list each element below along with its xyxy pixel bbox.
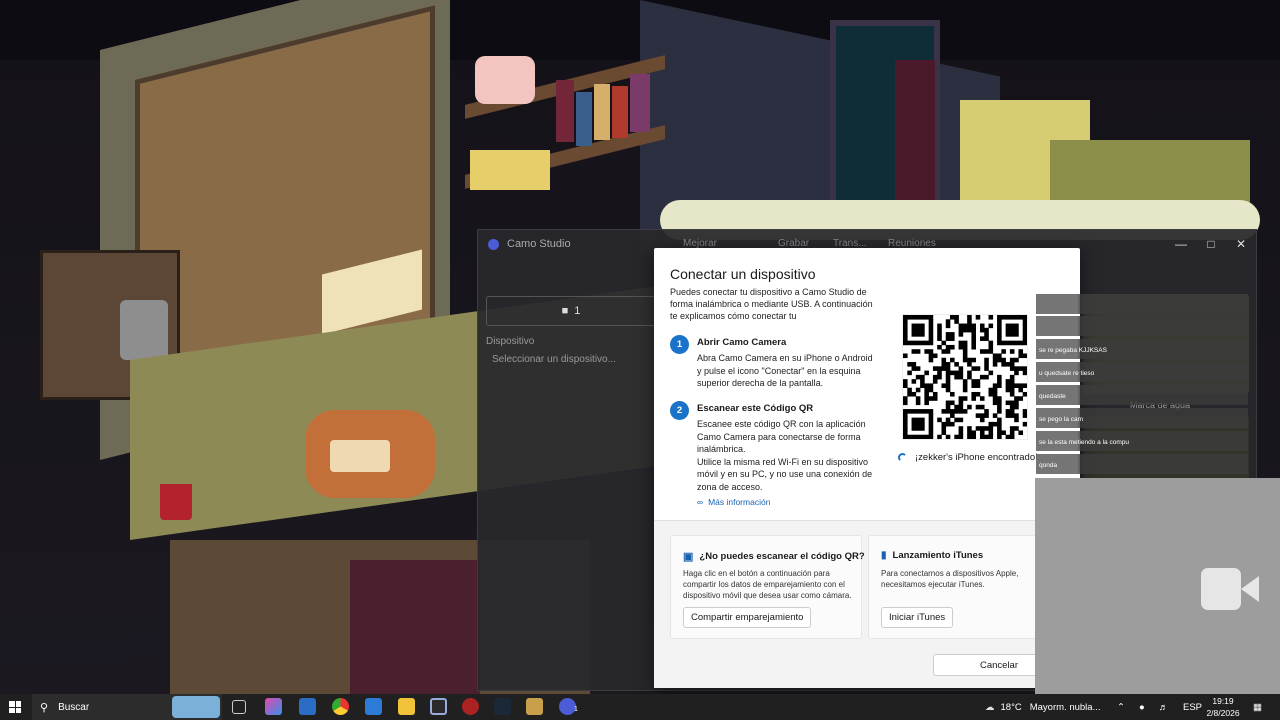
chat-message: se la esta metiendo a la compu bbox=[1036, 431, 1248, 451]
card-cant-scan-body: Haga clic en el botón a continuación par… bbox=[683, 569, 852, 600]
app-icon-5[interactable] bbox=[526, 698, 543, 715]
launch-itunes-button[interactable]: Iniciar iTunes bbox=[881, 607, 954, 628]
camo-source-count: 1 bbox=[574, 305, 581, 317]
qr-code-image bbox=[903, 315, 1028, 440]
overlay-panel bbox=[1035, 478, 1280, 694]
task-view-icon[interactable] bbox=[232, 700, 246, 714]
chat-text: u quedsate re tieso bbox=[1039, 370, 1095, 377]
search-icon: ⚲ bbox=[40, 701, 49, 714]
loading-spinner-icon bbox=[898, 453, 907, 462]
chat-message bbox=[1036, 316, 1248, 336]
language-indicator[interactable]: ESP bbox=[1183, 694, 1202, 720]
scan-icon: ▣ bbox=[683, 551, 694, 563]
step-2-title: Escanear este Código QR bbox=[697, 403, 814, 414]
clock[interactable]: 19:19 2/8/2026 bbox=[1203, 695, 1243, 719]
dialog-intro: Puedes conectar tu dispositivo a Camo St… bbox=[670, 287, 873, 321]
chat-avatar-badge bbox=[1036, 316, 1078, 336]
chat-message: qonda bbox=[1036, 454, 1248, 474]
camo-source-button[interactable]: ■ 1 bbox=[486, 296, 656, 326]
maximize-button[interactable]: □ bbox=[1196, 230, 1226, 258]
card-itunes-body: Para conectarnos a dispositivos Apple, n… bbox=[881, 569, 1019, 589]
camo-app-icon bbox=[488, 238, 499, 250]
share-pairing-button[interactable]: Compartir emparejamiento bbox=[683, 607, 812, 628]
chat-message: se pego la cam bbox=[1036, 408, 1248, 428]
usb-icon: ▮ bbox=[881, 550, 887, 561]
app-icon-2[interactable] bbox=[365, 698, 382, 715]
step-2-body: Escanee este código QR con la aplicación… bbox=[697, 418, 877, 493]
video-camera-icon bbox=[1201, 568, 1259, 610]
app-icon-3[interactable] bbox=[430, 698, 447, 715]
card-itunes: ▮ Lanzamiento iTunes Para conectarnos a … bbox=[868, 535, 1038, 639]
system-tray: ⌃ ● ♬ bbox=[1117, 694, 1168, 720]
device-select[interactable]: Seleccionar un dispositivo... bbox=[492, 354, 616, 365]
chat-text: qonda bbox=[1039, 462, 1058, 469]
clock-time: 19:19 bbox=[1212, 696, 1234, 706]
card-itunes-heading: ▮ Lanzamiento iTunes bbox=[881, 550, 983, 561]
step-2-body-scan: Escanee este código QR con la aplicación… bbox=[697, 419, 866, 454]
chat-text: se pego la cam bbox=[1039, 416, 1084, 423]
chrome-icon[interactable] bbox=[332, 698, 349, 715]
chat-message: u quedsate re tieso bbox=[1036, 362, 1248, 382]
dialog-footer: ▣ ¿No puedes escanear el código QR? Haga… bbox=[654, 520, 1080, 688]
more-info-label: Más información bbox=[708, 497, 771, 507]
step-2-number: 2 bbox=[670, 401, 689, 420]
camera-icon: ■ bbox=[561, 305, 569, 317]
start-button[interactable] bbox=[9, 701, 21, 713]
app-icon-1[interactable] bbox=[299, 698, 316, 715]
weather-text: Mayorm. nubla... bbox=[1029, 701, 1101, 713]
app-icon-4[interactable] bbox=[462, 698, 479, 715]
notifications-icon[interactable]: ▦ bbox=[1253, 694, 1262, 720]
card-cant-scan: ▣ ¿No puedes escanear el código QR? Haga… bbox=[670, 535, 865, 639]
chat-avatar-badge bbox=[1036, 294, 1078, 314]
file-explorer-icon[interactable] bbox=[398, 698, 415, 715]
weather-cloud-icon: ☁ bbox=[985, 701, 995, 713]
step-2-body-wifi: Utilice la misma red Wi-Fi en su disposi… bbox=[697, 456, 873, 492]
camo-window-title: Camo Studio bbox=[507, 238, 571, 250]
step-1-title: Abrir Camo Camera bbox=[697, 337, 787, 348]
step-1-number: 1 bbox=[670, 335, 689, 354]
link-icon: ∞ bbox=[697, 497, 704, 507]
taskbar: ⚲ Buscar 1 ☁ 18°C Mayorm. nubla... ⌃ ● ♬… bbox=[0, 694, 1280, 720]
connect-device-dialog: Conectar un dispositivo Puedes conectar … bbox=[654, 248, 1080, 688]
chat-message: quedaste bbox=[1036, 385, 1248, 405]
card-cant-scan-title: ¿No puedes escanear el código QR? bbox=[699, 551, 865, 562]
chat-message: se re pegaba KJJKSAS bbox=[1036, 339, 1248, 359]
minimize-button[interactable]: — bbox=[1166, 230, 1196, 258]
window-controls: — □ ✕ bbox=[1166, 230, 1256, 258]
close-button[interactable]: ✕ bbox=[1226, 230, 1256, 258]
weather-widget[interactable]: ☁ 18°C Mayorm. nubla... bbox=[985, 694, 1100, 720]
chevron-up-icon[interactable]: ⌃ bbox=[1117, 702, 1125, 713]
search-highlight-image bbox=[172, 696, 220, 718]
volume-icon[interactable]: ♬ bbox=[1159, 702, 1169, 713]
qr-code bbox=[902, 314, 1028, 440]
more-info-link[interactable]: ∞ Más información bbox=[697, 497, 770, 507]
dialog-title: Conectar un dispositivo bbox=[670, 266, 816, 282]
clock-date: 2/8/2026 bbox=[1206, 708, 1240, 718]
card-itunes-title: Lanzamiento iTunes bbox=[892, 550, 984, 561]
chat-message bbox=[1036, 294, 1248, 314]
taskbar-search[interactable]: ⚲ Buscar bbox=[32, 694, 222, 720]
chat-overlay: se re pegaba KJJKSAS u quedsate re tieso q… bbox=[1036, 294, 1248, 478]
microphone-icon[interactable]: ● bbox=[1139, 702, 1145, 713]
step-1-body: Abra Camo Camera en su iPhone o Android … bbox=[697, 353, 873, 388]
taskbar-badge: 1 bbox=[574, 706, 578, 713]
search-label: Buscar bbox=[58, 701, 90, 713]
copilot-icon[interactable] bbox=[265, 698, 282, 715]
chat-text: se la esta metiendo a la compu bbox=[1039, 439, 1129, 446]
card-cant-scan-heading: ▣ ¿No puedes escanear el código QR? bbox=[683, 550, 865, 563]
steam-icon[interactable] bbox=[494, 698, 511, 715]
device-label: Dispositivo bbox=[486, 336, 535, 347]
device-found-status: ¡zekker's iPhone encontrado! bbox=[898, 452, 1038, 463]
chat-text: se re pegaba KJJKSAS bbox=[1039, 347, 1107, 354]
chat-text: quedaste bbox=[1039, 393, 1066, 400]
weather-temp: 18°C bbox=[1000, 701, 1022, 713]
device-found-label: ¡zekker's iPhone encontrado! bbox=[915, 452, 1038, 463]
